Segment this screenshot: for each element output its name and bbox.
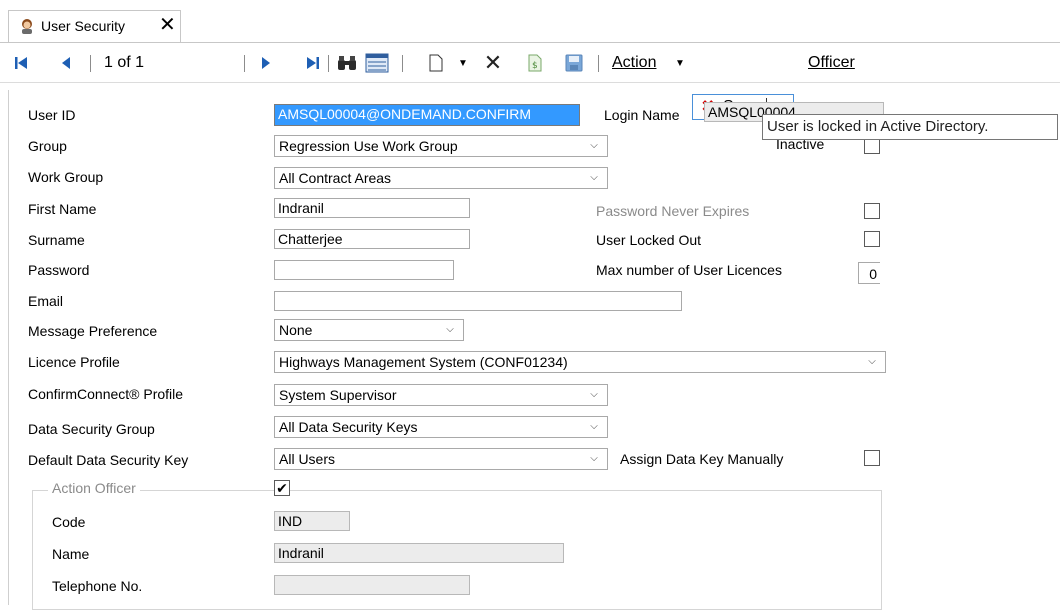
surname-label: Surname bbox=[28, 232, 85, 248]
tab-divider bbox=[0, 42, 1060, 43]
first-record-icon[interactable] bbox=[12, 52, 30, 74]
work-group-value: All Contract Areas bbox=[279, 170, 392, 186]
last-record-icon[interactable] bbox=[304, 52, 322, 74]
group-label: Group bbox=[28, 138, 67, 154]
toolbar-separator bbox=[244, 55, 245, 72]
default-data-security-key-select[interactable]: All Users ⌵ bbox=[274, 448, 608, 470]
copy-record-icon[interactable]: $ bbox=[526, 52, 544, 74]
user-avatar-icon bbox=[22, 19, 32, 34]
tab-user-security[interactable]: User Security ✕ bbox=[8, 10, 181, 43]
password-never-expires-label: Password Never Expires bbox=[596, 203, 750, 219]
message-preference-select[interactable]: None ⌵ bbox=[274, 319, 464, 341]
licence-profile-value: Highways Management System (CONF01234) bbox=[279, 354, 568, 370]
previous-record-icon[interactable] bbox=[58, 52, 74, 74]
licence-profile-label: Licence Profile bbox=[28, 354, 120, 370]
email-label: Email bbox=[28, 293, 64, 309]
officer-code-field[interactable]: IND bbox=[274, 511, 350, 531]
password-label: Password bbox=[28, 262, 90, 278]
list-view-icon[interactable] bbox=[364, 52, 390, 74]
email-field[interactable] bbox=[274, 291, 682, 311]
login-name-label: Login Name bbox=[604, 107, 680, 123]
chevron-down-icon[interactable]: ⌵ bbox=[580, 136, 607, 156]
confirmconnect-profile-label: ConfirmConnect® Profile bbox=[28, 386, 184, 402]
officer-name-label: Name bbox=[52, 546, 90, 562]
default-data-security-key-label: Default Data Security Key bbox=[28, 452, 189, 468]
password-never-expires-checkbox[interactable] bbox=[864, 203, 880, 219]
surname-field[interactable]: Chatterjee bbox=[274, 229, 470, 249]
officer-label: Officer bbox=[808, 54, 855, 71]
max-user-licences-field[interactable]: 0 bbox=[858, 262, 880, 284]
chevron-down-icon[interactable]: ⌵ bbox=[580, 385, 607, 405]
record-position: 1 of 1 bbox=[104, 54, 145, 71]
chevron-down-icon[interactable]: ⌵ bbox=[858, 352, 885, 372]
chevron-down-icon[interactable]: ⌵ bbox=[580, 417, 607, 437]
inactive-checkbox[interactable] bbox=[864, 138, 880, 154]
password-field[interactable] bbox=[274, 260, 454, 280]
locked-tooltip: User is locked in Active Directory. bbox=[762, 114, 1058, 140]
assign-data-key-manually-label: Assign Data Key Manually bbox=[620, 451, 784, 467]
confirmconnect-profile-value: System Supervisor bbox=[279, 387, 397, 403]
svg-text:$: $ bbox=[532, 61, 538, 71]
toolbar-separator bbox=[90, 55, 91, 72]
data-security-group-label: Data Security Group bbox=[28, 421, 155, 437]
user-id-label: User ID bbox=[28, 107, 76, 123]
toolbar-separator bbox=[598, 55, 599, 72]
tab-title: User Security bbox=[41, 18, 126, 34]
confirmconnect-profile-select[interactable]: System Supervisor ⌵ bbox=[274, 384, 608, 406]
action-officer-group-label: Action Officer bbox=[48, 480, 140, 496]
officer-telephone-label: Telephone No. bbox=[52, 578, 143, 594]
action-officer-checkbox[interactable]: ✔ bbox=[274, 480, 290, 496]
new-dropdown-icon[interactable]: ▼ bbox=[456, 52, 470, 74]
chevron-down-icon[interactable]: ⌵ bbox=[436, 320, 463, 340]
first-name-field[interactable]: Indranil bbox=[274, 198, 470, 218]
toolbar-separator bbox=[328, 55, 329, 72]
new-record-icon[interactable] bbox=[428, 52, 444, 74]
toolbar-separator bbox=[402, 55, 403, 72]
work-group-label: Work Group bbox=[28, 169, 104, 185]
toolbar: 1 of 1 ▼ ✕ $ Action ▼ ✖ Sync ▼ Officer bbox=[0, 44, 1060, 120]
officer-button[interactable]: Officer bbox=[808, 52, 868, 74]
action-menu-label: Action bbox=[612, 54, 657, 71]
message-preference-label: Message Preference bbox=[28, 323, 158, 339]
group-value: Regression Use Work Group bbox=[279, 138, 458, 154]
licence-profile-select[interactable]: Highways Management System (CONF01234) ⌵ bbox=[274, 351, 886, 373]
user-locked-out-label: User Locked Out bbox=[596, 232, 702, 248]
left-border bbox=[0, 90, 9, 605]
first-name-label: First Name bbox=[28, 201, 97, 217]
officer-name-field[interactable]: Indranil bbox=[274, 543, 564, 563]
assign-data-key-manually-checkbox[interactable] bbox=[864, 450, 880, 466]
user-locked-out-checkbox[interactable] bbox=[864, 231, 880, 247]
group-select[interactable]: Regression Use Work Group ⌵ bbox=[274, 135, 608, 157]
action-dropdown-icon[interactable]: ▼ bbox=[674, 52, 686, 74]
max-user-licences-label: Max number of User Licences bbox=[596, 262, 782, 278]
close-icon[interactable]: ✕ bbox=[159, 14, 176, 36]
find-binoculars-icon[interactable] bbox=[336, 52, 358, 74]
officer-telephone-field[interactable] bbox=[274, 575, 470, 595]
save-icon[interactable] bbox=[564, 52, 584, 74]
delete-icon[interactable]: ✕ bbox=[482, 50, 504, 75]
user-id-field[interactable]: AMSQL00004@ONDEMAND.CONFIRM bbox=[274, 104, 580, 126]
check-mark-icon: ✔ bbox=[276, 480, 288, 496]
data-security-group-select[interactable]: All Data Security Keys ⌵ bbox=[274, 416, 608, 438]
action-menu-button[interactable]: Action bbox=[612, 52, 670, 74]
chevron-down-icon[interactable]: ⌵ bbox=[580, 449, 607, 469]
officer-code-label: Code bbox=[52, 514, 86, 530]
data-security-group-value: All Data Security Keys bbox=[279, 419, 418, 435]
message-preference-value: None bbox=[279, 322, 313, 338]
work-group-select[interactable]: All Contract Areas ⌵ bbox=[274, 167, 608, 189]
chevron-down-icon[interactable]: ⌵ bbox=[580, 168, 607, 188]
tab-strip: User Security ✕ bbox=[0, 0, 1060, 44]
default-data-security-key-value: All Users bbox=[279, 451, 336, 467]
next-record-icon[interactable] bbox=[258, 52, 274, 74]
